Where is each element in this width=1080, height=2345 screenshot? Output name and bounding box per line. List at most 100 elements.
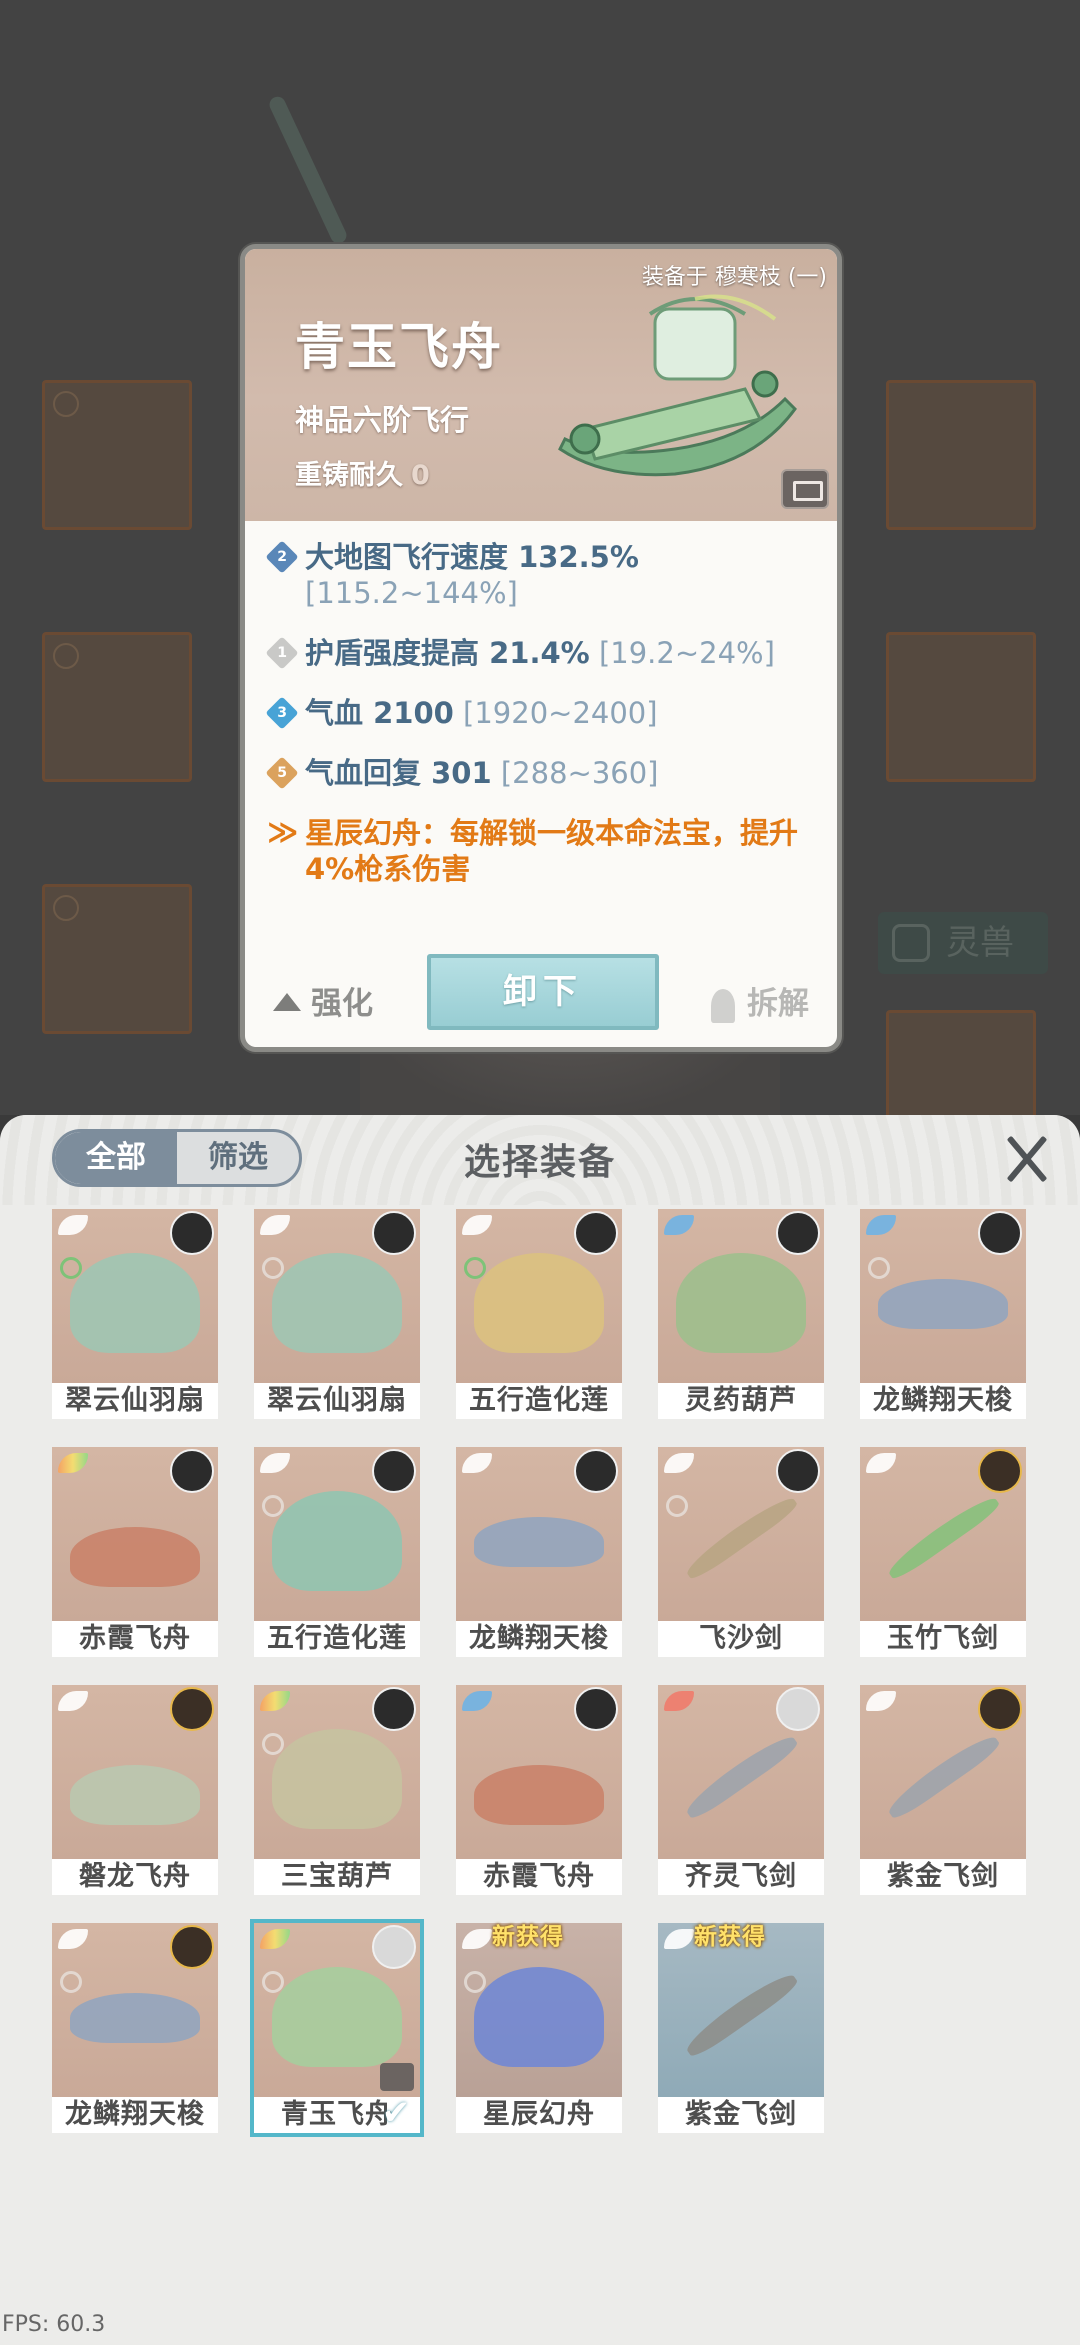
card-actions: 强化 卸下 拆解 (245, 954, 837, 1044)
equipment-tile[interactable]: 飞沙剑 (658, 1447, 824, 1657)
item-label: 紫金飞剑 (658, 2097, 824, 2133)
lock-icon (380, 2063, 414, 2091)
item-label: 紫金飞剑 (860, 1859, 1026, 1895)
item-label: 磐龙飞舟 (52, 1859, 218, 1895)
rank-icon (262, 1733, 284, 1755)
bg-equip-slot (42, 380, 192, 530)
owner-avatar (978, 1687, 1022, 1731)
equipment-tile[interactable]: 龙鳞翔天梭 (860, 1209, 1026, 1419)
stat-row: 1 护盾强度提高 21.4% [19.2~24%] (265, 635, 827, 671)
equipment-tile[interactable]: 五行造化莲 (456, 1209, 622, 1419)
equipment-tile[interactable]: 赤霞飞舟 (456, 1685, 622, 1895)
rank-icon (53, 643, 79, 669)
owner-avatar (170, 1449, 214, 1493)
owner-avatar (170, 1687, 214, 1731)
item-label: 赤霞飞舟 (456, 1859, 622, 1895)
equipped-on-label: 装备于 穆寒枝 (一) (641, 265, 827, 290)
close-icon[interactable] (1002, 1133, 1052, 1183)
dismantle-icon (711, 988, 735, 1023)
dismantle-button[interactable]: 拆解 (711, 978, 809, 1023)
unequip-button[interactable]: 卸下 (427, 954, 659, 1030)
rank-icon (868, 1257, 890, 1279)
rank-icon (60, 1971, 82, 1993)
rank-icon (666, 1495, 688, 1517)
upgrade-button[interactable]: 强化 (273, 978, 373, 1023)
lock-icon[interactable] (781, 469, 829, 509)
item-label: 龙鳞翔天梭 (456, 1621, 622, 1657)
bg-equip-slot (42, 632, 192, 782)
owner-avatar (170, 1211, 214, 1255)
equipment-tile[interactable]: 翠云仙羽扇 (52, 1209, 218, 1419)
equipment-tile[interactable]: 三宝葫芦 (254, 1685, 420, 1895)
rank-icon (262, 1495, 284, 1517)
new-badge: 新获得 (694, 1924, 766, 1950)
equipment-tile-selected[interactable]: 青玉飞舟 ✔ (250, 1919, 424, 2137)
item-label: 齐灵飞剑 (658, 1859, 824, 1895)
rank-icon (60, 1257, 82, 1279)
new-badge: 新获得 (492, 1924, 564, 1950)
owner-avatar (574, 1211, 618, 1255)
select-equipment-panel: 全部 筛选 选择装备 翠云仙羽扇 翠云仙羽扇 五行造化莲 灵药葫芦 龙鳞翔天梭 … (0, 1115, 1080, 2345)
equipment-tile[interactable]: 新获得 紫金飞剑 (658, 1923, 824, 2133)
equipment-tile[interactable]: 新获得 星辰幻舟 (456, 1923, 622, 2133)
equipment-tile[interactable]: 赤霞飞舟 (52, 1447, 218, 1657)
stat-list: 2 大地图飞行速度 132.5% [115.2~144%] 1 护盾强度提高 2… (265, 539, 827, 911)
panel-title: 选择装备 (463, 1141, 616, 1183)
rank-icon (53, 895, 79, 921)
equipment-tile[interactable]: 龙鳞翔天梭 (456, 1447, 622, 1657)
owner-avatar (372, 1449, 416, 1493)
stat-level-badge-icon: 3 (265, 696, 299, 730)
stat-row: 3 气血 2100 [1920~2400] (265, 695, 827, 731)
special-effect-row: ≫ 星辰幻舟：每解锁一级本命法宝，提升4%枪系伤害 (267, 815, 799, 886)
rank-icon (464, 1257, 486, 1279)
stat-level-badge-icon: 1 (265, 636, 299, 670)
card-header: 装备于 穆寒枝 (一) 青玉飞舟 神品六阶飞行 重铸耐久 0 (245, 249, 837, 521)
item-label: 赤霞飞舟 (52, 1621, 218, 1657)
item-label: 五行造化莲 (254, 1621, 420, 1657)
owner-avatar (776, 1687, 820, 1731)
equipment-tile[interactable]: 紫金飞剑 (860, 1685, 1026, 1895)
owner-avatar (574, 1449, 618, 1493)
stat-row: 2 大地图飞行速度 132.5% [115.2~144%] (265, 539, 827, 611)
owner-avatar (170, 1925, 214, 1969)
bg-equip-slot (886, 1010, 1036, 1115)
item-label: 飞沙剑 (658, 1621, 824, 1657)
rank-icon (262, 1257, 284, 1279)
owner-avatar (372, 1211, 416, 1255)
item-name: 青玉飞舟 (295, 317, 503, 376)
item-label: 三宝葫芦 (254, 1859, 420, 1895)
rank-icon (262, 1971, 284, 1993)
bg-equip-slot (886, 380, 1036, 530)
rank-icon (53, 391, 79, 417)
arrow-up-icon (273, 992, 301, 1011)
bg-equip-slot (42, 884, 192, 1034)
item-label: 五行造化莲 (456, 1383, 622, 1419)
equipment-tile[interactable]: 玉竹飞剑 (860, 1447, 1026, 1657)
spirit-beast-tab: 灵兽 (878, 912, 1048, 974)
equipment-tile[interactable]: 五行造化莲 (254, 1447, 420, 1657)
owner-avatar (776, 1211, 820, 1255)
bg-equip-slot (886, 632, 1036, 782)
owner-avatar (978, 1211, 1022, 1255)
item-label: 星辰幻舟 (456, 2097, 622, 2133)
item-label: 灵药葫芦 (658, 1383, 824, 1419)
fps-counter: FPS: 60.3 (2, 2312, 106, 2337)
item-label: 玉竹飞剑 (860, 1621, 1026, 1657)
item-label: 翠云仙羽扇 (52, 1383, 218, 1419)
stat-row: 5 气血回复 301 [288~360] (265, 755, 827, 791)
beast-icon (892, 924, 930, 962)
owner-avatar (372, 1687, 416, 1731)
equipment-tile[interactable]: 磐龙飞舟 (52, 1685, 218, 1895)
recast-durability: 重铸耐久 0 (295, 460, 430, 491)
equipment-tile[interactable]: 龙鳞翔天梭 (52, 1923, 218, 2133)
stat-level-badge-icon: 5 (265, 756, 299, 790)
check-icon: ✔ (381, 2093, 411, 2133)
owner-avatar (776, 1449, 820, 1493)
item-label: 翠云仙羽扇 (254, 1383, 420, 1419)
equipment-tile[interactable]: 齐灵飞剑 (658, 1685, 824, 1895)
equipment-tile[interactable]: 灵药葫芦 (658, 1209, 824, 1419)
rank-icon (464, 1971, 486, 1993)
owner-avatar (978, 1449, 1022, 1493)
equipment-tile[interactable]: 翠云仙羽扇 (254, 1209, 420, 1419)
owner-avatar (574, 1687, 618, 1731)
